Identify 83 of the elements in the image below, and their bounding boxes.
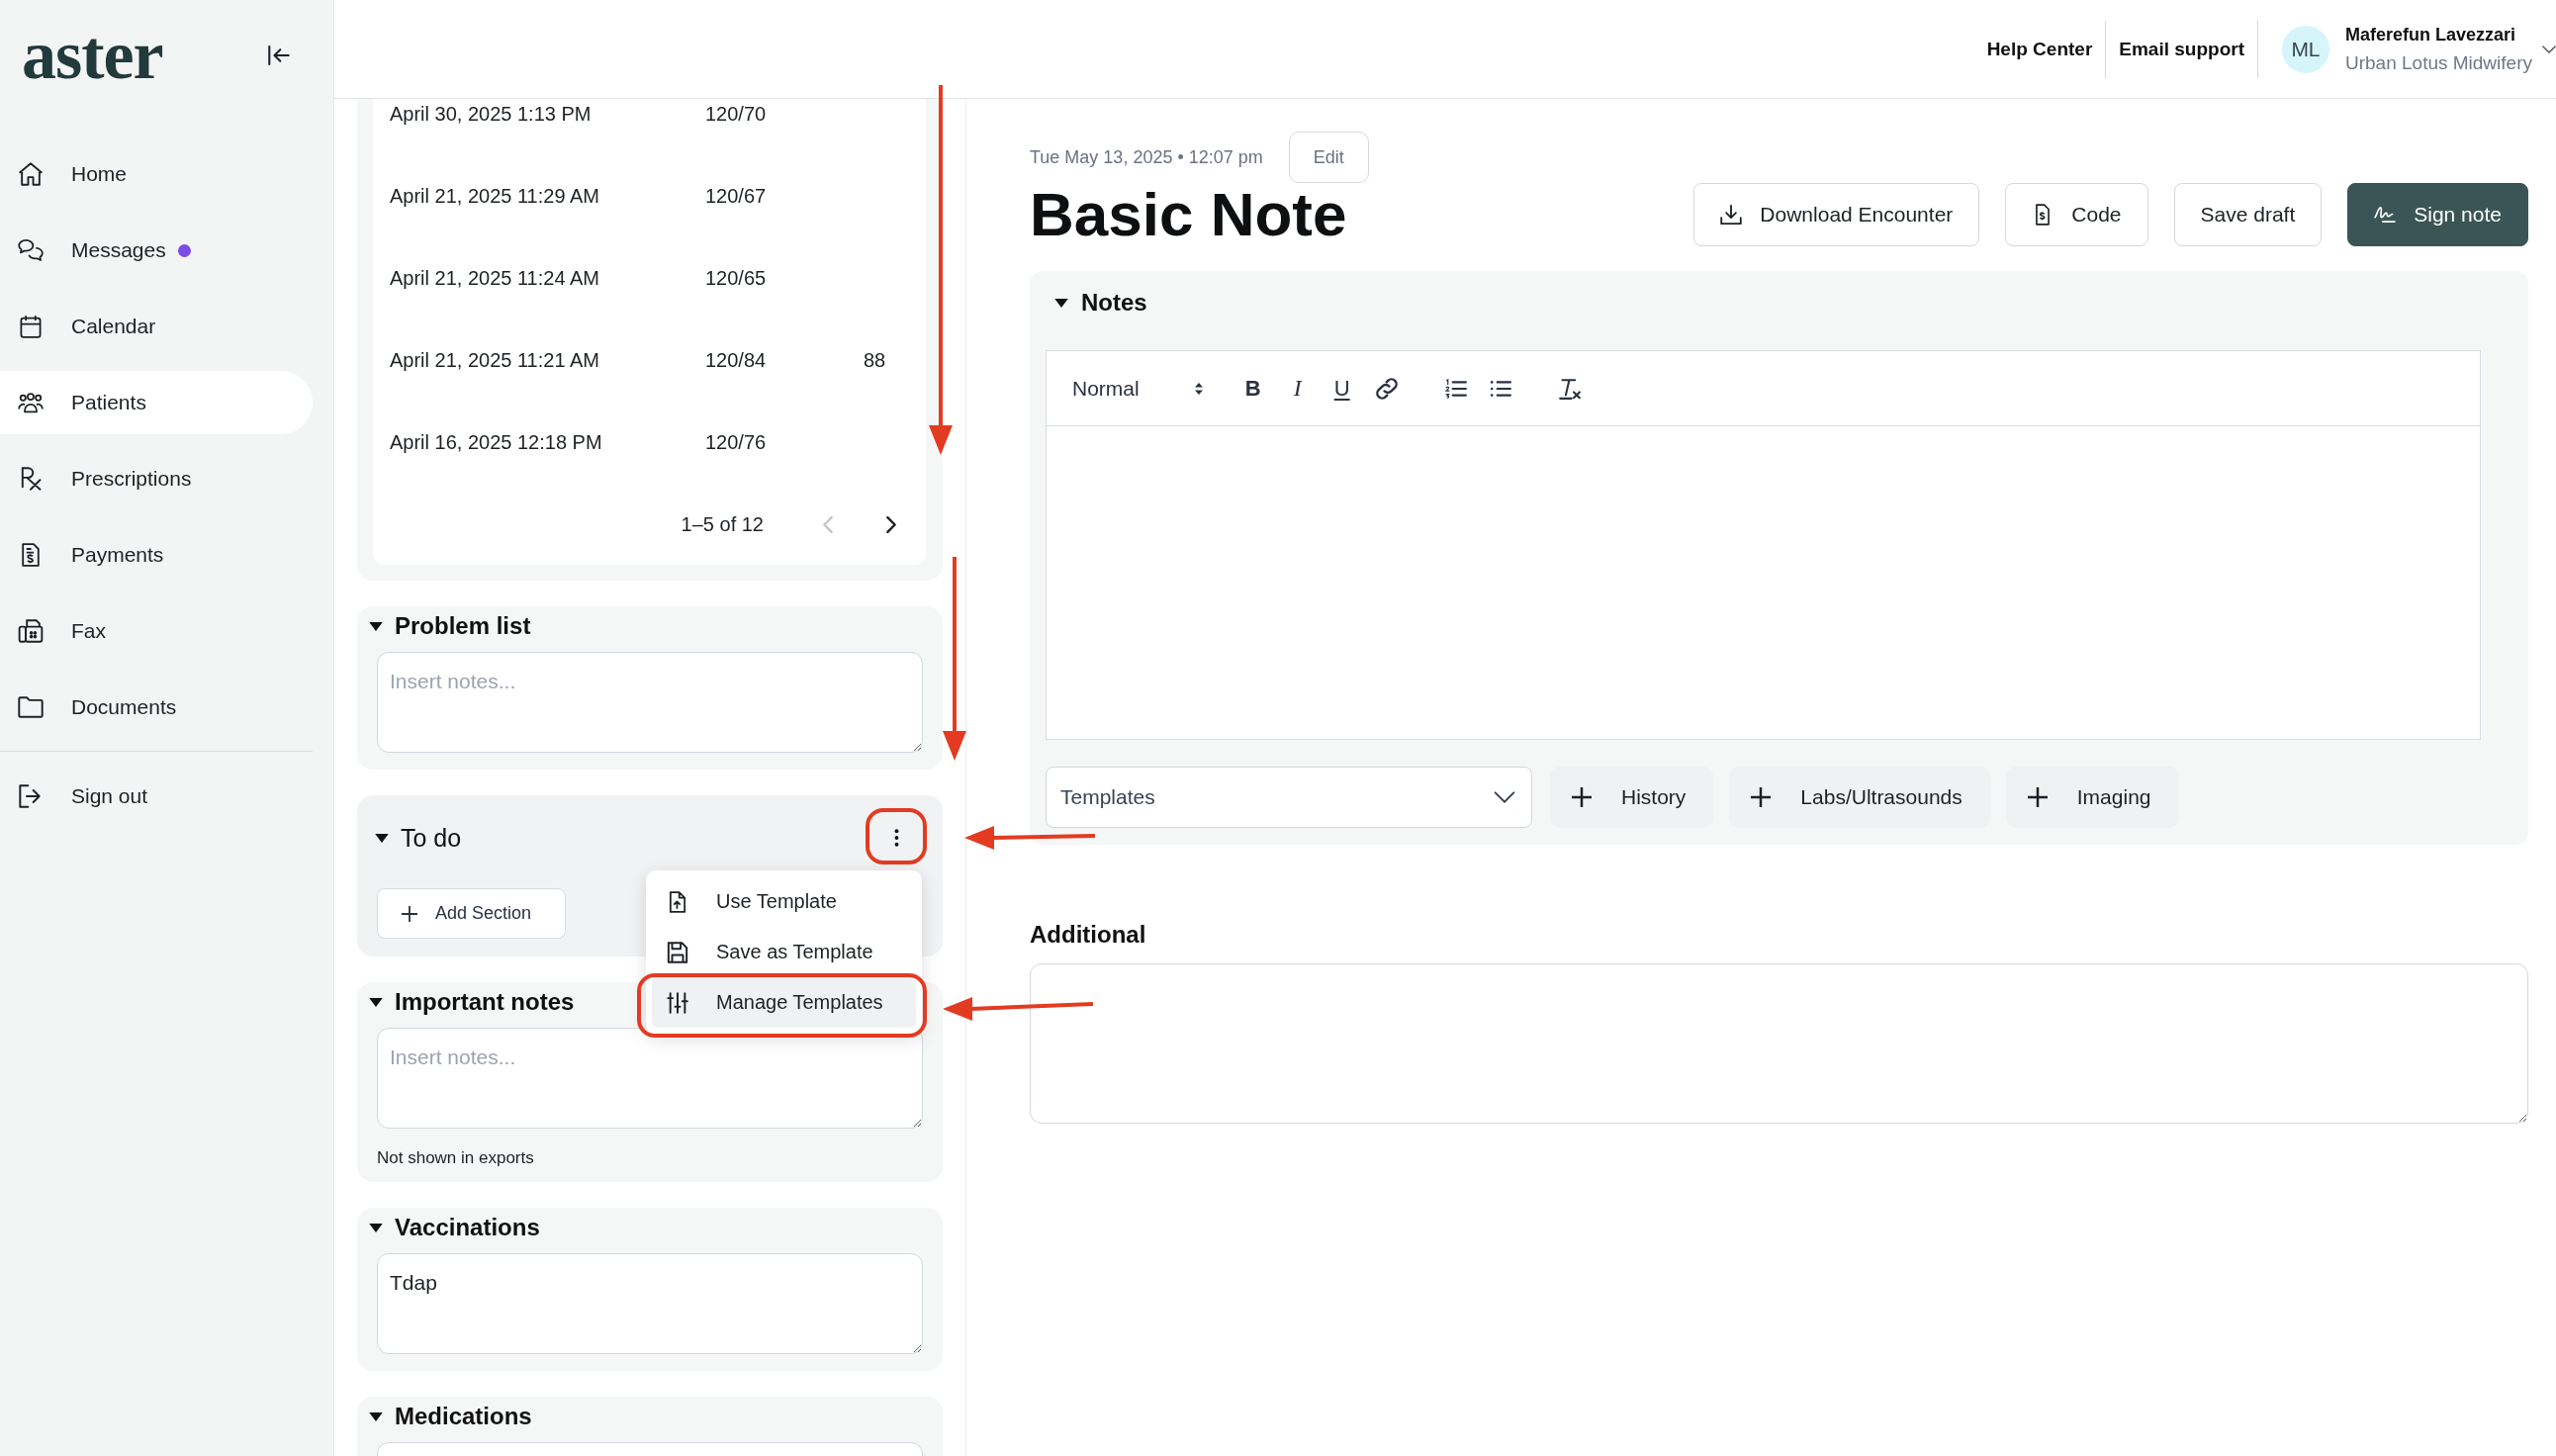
home-icon (18, 162, 44, 186)
chevron-down-icon (1494, 791, 1515, 803)
chevron-down-icon[interactable] (2542, 45, 2556, 53)
table-cell-text: 120/76 (705, 431, 768, 454)
additional-label: Additional (1030, 920, 1147, 950)
format-button[interactable]: I (1279, 370, 1316, 407)
people-icon (18, 391, 44, 414)
table-cell-text: April 21, 2025 11:21 AM (390, 349, 600, 372)
collapse-sidebar-button[interactable] (268, 45, 290, 66)
menu-item[interactable]: Use Template (652, 876, 916, 927)
table-cell-text: April 21, 2025 11:29 AM (390, 185, 600, 208)
nav-item[interactable]: Home (0, 142, 313, 206)
numbered-list-icon (1444, 377, 1467, 400)
notes-field[interactable]: Tdap (377, 1253, 923, 1354)
table-cell-text: April 21, 2025 11:24 AM (390, 267, 600, 290)
nav-item[interactable]: Fax (0, 599, 313, 663)
sign-out-link[interactable]: Sign out (0, 765, 313, 828)
section-toggle[interactable]: Vaccinations (369, 1208, 540, 1247)
section-toggle[interactable]: To do (375, 811, 462, 864)
table-cell-text: April 16, 2025 12:18 PM (390, 431, 603, 454)
plus-icon (2027, 787, 2048, 807)
notes-field[interactable]: Insert notes... (377, 652, 923, 753)
add-block-button[interactable]: History (1550, 767, 1714, 828)
action-button[interactable]: Save draft (2173, 183, 2323, 246)
add-block-button[interactable]: Imaging (2005, 767, 2179, 828)
add-section-button[interactable]: Add Section (377, 888, 566, 939)
table-cell-text: 120/84 (705, 349, 768, 372)
sliders-icon (667, 991, 688, 1014)
nav-item[interactable]: Calendar (0, 295, 313, 358)
menu-item[interactable]: Manage Templates (652, 977, 916, 1028)
table-cell-text: April 30, 2025 1:13 PM (390, 103, 593, 126)
chat-bubbles-icon (18, 238, 44, 262)
table-cell-text: 120/65 (705, 267, 768, 290)
collapse-icon (268, 45, 290, 66)
clear-formatting-icon (1558, 377, 1581, 400)
plus-icon (1751, 787, 1772, 807)
plus-icon (402, 905, 417, 922)
logo[interactable]: aster (22, 21, 163, 90)
nav-item[interactable]: Prescriptions (0, 447, 313, 510)
templates-select[interactable]: Templates (1046, 767, 1532, 828)
plus-icon (1572, 787, 1592, 807)
notes-field[interactable]: Insert notes... (377, 1028, 923, 1129)
organization-name: Urban Lotus Midwifery (2344, 51, 2532, 74)
folder-icon (18, 695, 44, 719)
add-block-button[interactable]: Labs/Ultrasounds (1729, 767, 1990, 828)
page-title: Basic Note (1030, 183, 1347, 246)
chevron-right-icon (886, 515, 896, 533)
table-cell-text: 120/70 (705, 103, 768, 126)
helper-text: Not shown in exports (377, 1147, 534, 1169)
up-down-arrows-icon (1194, 381, 1203, 396)
file-upload-icon (667, 890, 688, 913)
nav-item[interactable]: Messages (0, 219, 313, 282)
table-cell-text: 88 (864, 349, 887, 372)
section-toggle[interactable]: Medications (369, 1397, 532, 1436)
header-link[interactable]: Email support (2106, 38, 2257, 60)
text-style-select[interactable]: Normal (1072, 376, 1203, 401)
link-icon (1375, 377, 1398, 400)
action-button[interactable]: Code (2005, 183, 2148, 246)
header-link[interactable]: Help Center (1973, 38, 2106, 60)
action-button[interactable]: Download Encounter (1693, 183, 1980, 246)
download-icon (1720, 204, 1743, 226)
fax-icon (18, 619, 44, 643)
pagination-range: 1–5 of 12 (681, 512, 764, 536)
format-button[interactable]: B (1234, 370, 1271, 407)
nav-item[interactable]: Payments (0, 523, 313, 587)
section-toggle[interactable]: Problem list (369, 606, 531, 646)
section-toggle[interactable]: Important notes (369, 982, 575, 1022)
menu-item[interactable]: Save as Template (652, 927, 916, 977)
table-cell-text: 120/67 (705, 185, 768, 208)
action-button[interactable]: Sign note (2347, 183, 2528, 246)
additional-field[interactable] (1030, 963, 2528, 1124)
calendar-icon (18, 315, 44, 338)
edit-button[interactable]: Edit (1288, 132, 1369, 183)
kebab-icon (893, 829, 899, 847)
avatar: ML (2281, 25, 2329, 73)
nav-item[interactable]: Documents (0, 676, 313, 739)
format-button[interactable]: U (1324, 370, 1360, 407)
signature-icon (2374, 204, 2397, 226)
user-name: Maferefun Lavezzari (2344, 24, 2517, 46)
nav-item[interactable]: Patients (0, 371, 313, 434)
encounter-datetime: Tue May 13, 2025 • 12:07 pm (1030, 146, 1263, 168)
section-toggle[interactable]: Notes (1046, 271, 1147, 334)
chevron-left-icon (823, 515, 833, 533)
